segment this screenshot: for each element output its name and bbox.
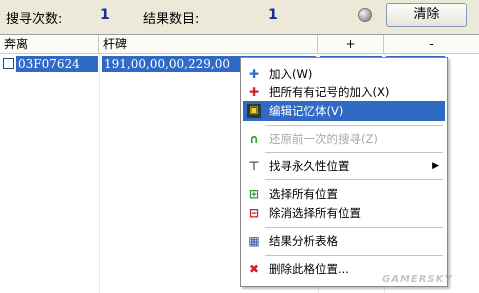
menu-item-label: 找寻永久性位置 (269, 159, 350, 173)
status-indicator-icon (358, 8, 372, 22)
menu-separator (265, 152, 443, 153)
menu-item-label: 选择所有位置 (269, 187, 338, 201)
menu-separator (265, 179, 443, 180)
delete-icon: ✖ (248, 262, 260, 276)
submenu-arrow-icon: ▶ (432, 161, 439, 171)
watermark: GAMERSKY (382, 274, 453, 285)
menu-item-label: 除消选择所有位置 (269, 206, 361, 220)
menu-separator (265, 125, 443, 126)
row-checkbox[interactable] (3, 58, 14, 69)
menu-item-label: 加入(W) (269, 67, 313, 81)
select-all-icon: ⊞ (248, 187, 260, 201)
menu-item-label: 删除此格位置... (269, 262, 349, 276)
menu-item-deselect-all[interactable]: ⊟ 除消选择所有位置 (243, 203, 445, 223)
context-menu: ✚ 加入(W) ✚ 把所有有记号的加入(X) ▣ 编辑记忆体(V) ∩ 还原前一… (240, 57, 448, 287)
deselect-all-icon: ⊟ (248, 206, 260, 220)
edit-memory-icon: ▣ (247, 104, 261, 118)
column-header-value[interactable]: 杆碑 (99, 35, 318, 53)
result-count-value: 1 (268, 7, 278, 23)
menu-item-undo-search[interactable]: ∩ 还原前一次的搜寻(Z) (243, 129, 445, 149)
menu-item-find-permanent[interactable]: ⊤ 找寻永久性位置 ▶ (243, 156, 445, 176)
menu-item-label: 把所有有记号的加入(X) (269, 85, 390, 99)
menu-item-label: 结果分析表格 (269, 234, 338, 248)
table-header: 奔离 杆碑 + - (0, 35, 479, 54)
menu-item-label: 编辑记忆体(V) (269, 104, 344, 118)
search-count-value: 1 (100, 7, 110, 23)
menu-item-label: 还原前一次的搜寻(Z) (269, 132, 378, 146)
plus-red-icon: ✚ (248, 85, 260, 99)
menu-item-add-all-marked[interactable]: ✚ 把所有有记号的加入(X) (243, 82, 445, 102)
top-bar: 搜寻次数: 1 结果数目: 1 清除 (0, 0, 479, 32)
plus-blue-icon: ✚ (248, 67, 260, 81)
menu-separator (265, 227, 443, 228)
menu-item-result-analysis[interactable]: ▦ 结果分析表格 (243, 231, 445, 251)
menu-item-add[interactable]: ✚ 加入(W) (243, 64, 445, 84)
pin-icon: ⊤ (248, 159, 260, 173)
address-cell[interactable]: 03F07624 (16, 56, 98, 72)
menu-item-edit-memory[interactable]: ▣ 编辑记忆体(V) (243, 101, 445, 121)
result-count-label: 结果数目: (143, 12, 200, 27)
menu-separator (265, 255, 443, 256)
column-header-plus[interactable]: + (318, 35, 384, 53)
table-icon: ▦ (248, 234, 260, 248)
menu-item-select-all[interactable]: ⊞ 选择所有位置 (243, 184, 445, 204)
grid-line (99, 54, 100, 293)
column-header-minus[interactable]: - (384, 35, 479, 53)
undo-icon: ∩ (249, 132, 259, 146)
column-header-address[interactable]: 奔离 (0, 35, 99, 53)
clear-button[interactable]: 清除 (386, 3, 467, 27)
search-count-label: 搜寻次数: (6, 12, 63, 27)
